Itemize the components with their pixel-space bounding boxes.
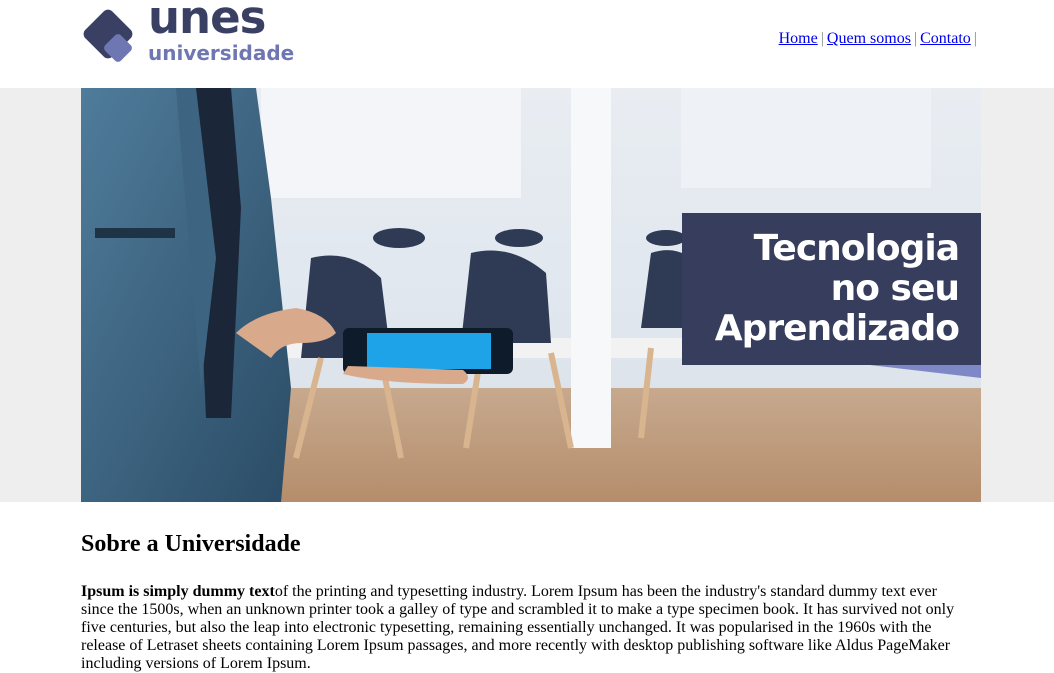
logo-diamond-icon <box>83 9 133 62</box>
unes-logo[interactable]: unes universidade <box>81 0 301 69</box>
banner-band: Tecnologia no seu Aprendizado <box>0 88 1054 502</box>
tagline-line-2: no seu <box>830 268 960 309</box>
logo-wordmark: unes <box>148 0 266 44</box>
main-nav: Home | Quem somos | Contato | <box>779 30 980 48</box>
nav-separator: | <box>973 30 977 47</box>
about-title: Sobre a Universidade <box>81 531 301 557</box>
tagline-line-3: Aprendizado <box>714 308 960 349</box>
nav-link-home[interactable]: Home <box>779 30 818 47</box>
nav-separator: | <box>820 30 824 47</box>
nav-separator: | <box>913 30 918 47</box>
about-paragraph: Ipsum is simply dummy textof the printin… <box>81 583 973 673</box>
hero-banner: Tecnologia no seu Aprendizado <box>81 88 981 502</box>
nav-link-contato[interactable]: Contato <box>920 30 971 47</box>
banner-tagline: Tecnologia no seu Aprendizado <box>682 213 981 365</box>
nav-link-quem-somos[interactable]: Quem somos <box>827 30 911 47</box>
logo-subtitle: universidade <box>148 41 295 65</box>
about-section: Sobre a Universidade Ipsum is simply dum… <box>0 531 1054 673</box>
site-header: unes universidade Home | Quem somos | Contat… <box>0 0 1054 88</box>
about-lead: Ipsum is simply dummy text <box>81 583 275 600</box>
tagline-line-1: Tecnologia <box>753 228 960 269</box>
